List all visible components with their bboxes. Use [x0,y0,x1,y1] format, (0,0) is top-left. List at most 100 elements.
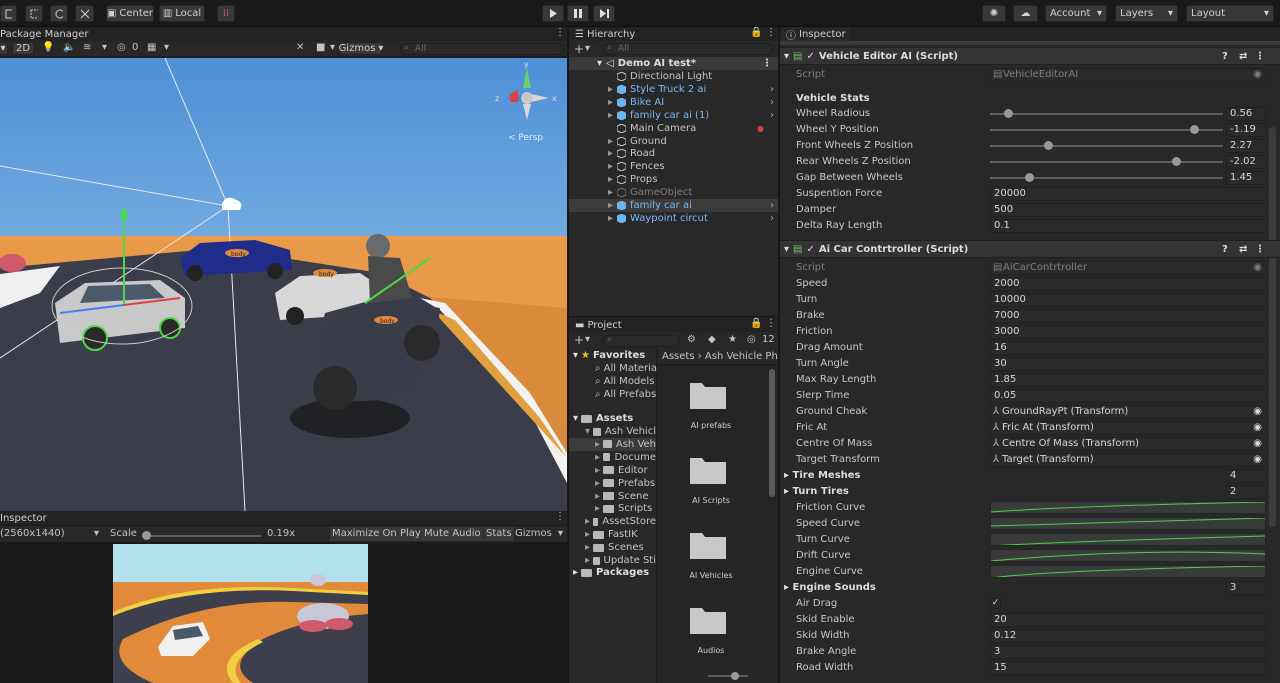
tools-icon[interactable]: ✕ [296,42,304,53]
target-icon[interactable]: ◉ [1253,422,1262,434]
object-ref-field[interactable]: ⅄ Centre Of Mass (Transform) ◉ [990,437,1266,451]
grid-toggle-icon[interactable]: ▦ [147,42,156,53]
asset-folder-row[interactable]: ▸ Scenes [569,541,656,554]
field-value[interactable]: 30 [990,357,1266,371]
script-field[interactable]: ▤ VehicleEditorAI ◉ [990,68,1266,82]
filter-type-icon[interactable]: ⚙ [687,334,696,345]
field-value[interactable]: 3000 [990,325,1266,339]
expand-arrow-icon[interactable]: ▸ [608,110,613,121]
hidden-icon[interactable]: ◎ [747,334,756,345]
scene-search-input[interactable]: ⌕ All [400,43,564,55]
slider-value-field[interactable]: 1.45 [1226,171,1266,185]
folder-tile[interactable] [688,529,728,561]
scale-slider-knob[interactable] [142,531,151,540]
dropdown-arrow-icon[interactable]: ▾ [585,334,590,345]
folder-tile[interactable] [688,454,728,486]
add-icon[interactable]: + [574,42,584,56]
slider-value-field[interactable]: 0.56 [1226,107,1266,121]
scale-slider[interactable] [143,535,261,537]
object-ref-field[interactable]: ⅄ Fric At (Transform) ◉ [990,421,1266,435]
hierarchy-item[interactable]: ▸ Bike AI › [569,96,778,109]
lock-icon[interactable]: 🔒 [750,318,762,329]
grid-snap-button[interactable]: ⁞⁞ [217,5,235,22]
field-value[interactable]: 0.12 [990,629,1266,643]
rect-tool-button[interactable] [25,5,43,22]
hierarchy-item[interactable]: Directional Light [569,70,778,83]
hand-tool-button[interactable] [0,5,17,22]
asset-folder-row[interactable]: ▸ Ash Veh [569,437,656,451]
field-value[interactable]: 15 [990,661,1266,675]
assets-root-row[interactable]: ▾ Assets [569,412,656,425]
folder-tile[interactable] [688,379,728,411]
help-icon[interactable]: ? [1222,244,1228,255]
more-icon[interactable]: ⋮ [1255,244,1265,255]
field-value[interactable]: 10000 [990,293,1266,307]
stats-toggle[interactable]: Stats [484,527,514,541]
lightbulb-icon[interactable]: 💡 [42,42,54,53]
engine-sounds-row[interactable]: ▸ Engine Sounds [784,580,876,596]
layers-dropdown[interactable]: Layers ▾ [1115,5,1178,22]
game-viewport[interactable] [113,544,368,683]
value-slider[interactable] [990,106,1223,122]
value-slider[interactable] [990,170,1223,186]
hierarchy-item[interactable]: ▸ family car ai › [569,199,778,212]
breadcrumb-assets[interactable]: Assets [662,351,695,362]
tab-inspector[interactable]: ⓘ Inspector [782,27,850,42]
field-value[interactable]: 3 [990,645,1266,659]
more-icon[interactable]: ⋮ [555,511,565,522]
curve-field[interactable] [990,565,1266,578]
slider-value-field[interactable]: -2.02 [1226,155,1266,169]
account-dropdown[interactable]: Account ▾ [1045,5,1107,22]
ai-car-controller-header[interactable]: ▾ ▤ ✓ Ai Car Contrtroller (Script) ? ⇄ ⋮ [780,240,1280,258]
slider-value-field[interactable]: 2.27 [1226,139,1266,153]
dropdown-arrow-icon[interactable]: ▾ [164,42,169,53]
enabled-checkbox[interactable]: ✓ [806,51,814,62]
icon-size-slider-knob[interactable] [731,672,739,680]
hierarchy-item[interactable]: ▸ Props [569,173,778,186]
help-icon[interactable]: ? [1222,51,1228,62]
folder-tile[interactable] [688,604,728,636]
expand-arrow-icon[interactable]: ▸ [608,84,613,95]
field-value[interactable]: 0.1 [990,219,1266,233]
maximize-on-play-toggle[interactable]: Maximize On Play [330,527,423,541]
vehicle-editor-ai-header[interactable]: ▾ ▤ ✓ Vehicle Editor AI (Script) ? ⇄ ⋮ [780,47,1280,65]
slider-knob[interactable] [1171,157,1181,166]
resolution-dropdown[interactable]: (2560x1440) ▾ [0,528,102,541]
slider-knob[interactable] [1003,109,1013,118]
hierarchy-item[interactable]: ▸ family car ai (1) › [569,109,778,122]
field-value[interactable]: 2000 [990,277,1266,291]
tire-meshes-count[interactable]: 4 [1226,469,1266,483]
script-field[interactable]: ▤ AiCarContrtroller ◉ [990,261,1266,275]
add-icon[interactable]: + [574,333,584,347]
field-value[interactable]: 20000 [990,187,1266,201]
favorite-item[interactable]: ⌕ All Materia [569,362,657,375]
field-value[interactable]: 20 [990,613,1266,627]
dropdown-arrow-icon[interactable]: ▾ [330,42,335,53]
project-scrollbar[interactable] [769,369,775,497]
asset-folder-row[interactable]: ▸ FastIK [569,528,656,541]
curve-field[interactable] [990,517,1266,530]
slider-knob[interactable] [1024,173,1034,182]
value-slider[interactable] [990,138,1223,154]
custom-tool-button[interactable] [75,5,94,22]
icon-size-slider[interactable] [708,675,748,677]
hierarchy-search-input[interactable]: ⌕ All [603,43,773,55]
object-ref-field[interactable]: ⅄ Target (Transform) ◉ [990,453,1266,467]
lock-icon[interactable]: 🔒 [750,27,762,38]
services-button[interactable]: ✺ [982,5,1006,22]
tab-project[interactable]: ▬ Project [571,317,626,333]
target-icon[interactable]: ◉ [1253,438,1262,450]
hierarchy-item[interactable]: ▸ GameObject [569,186,778,199]
curve-field[interactable] [990,533,1266,546]
hierarchy-item[interactable]: ▸ Style Truck 2 ai › [569,83,778,96]
inspector-scrollbar[interactable] [1269,127,1276,527]
tab-inspector-left[interactable]: Inspector [0,511,51,526]
effects-icon[interactable]: ≋ [83,42,91,53]
breadcrumb-ash-vehicle[interactable]: Ash Vehicle Ph [705,351,778,362]
asset-folder-row[interactable]: ▸ Docume [569,451,656,464]
field-value[interactable]: 1.85 [990,373,1266,387]
curve-field[interactable] [990,549,1266,562]
expand-arrow-icon[interactable]: ▸ [608,187,613,198]
label-icon[interactable]: ◆ [708,334,716,345]
asset-folder-row[interactable]: ▸ Scene [569,490,656,503]
